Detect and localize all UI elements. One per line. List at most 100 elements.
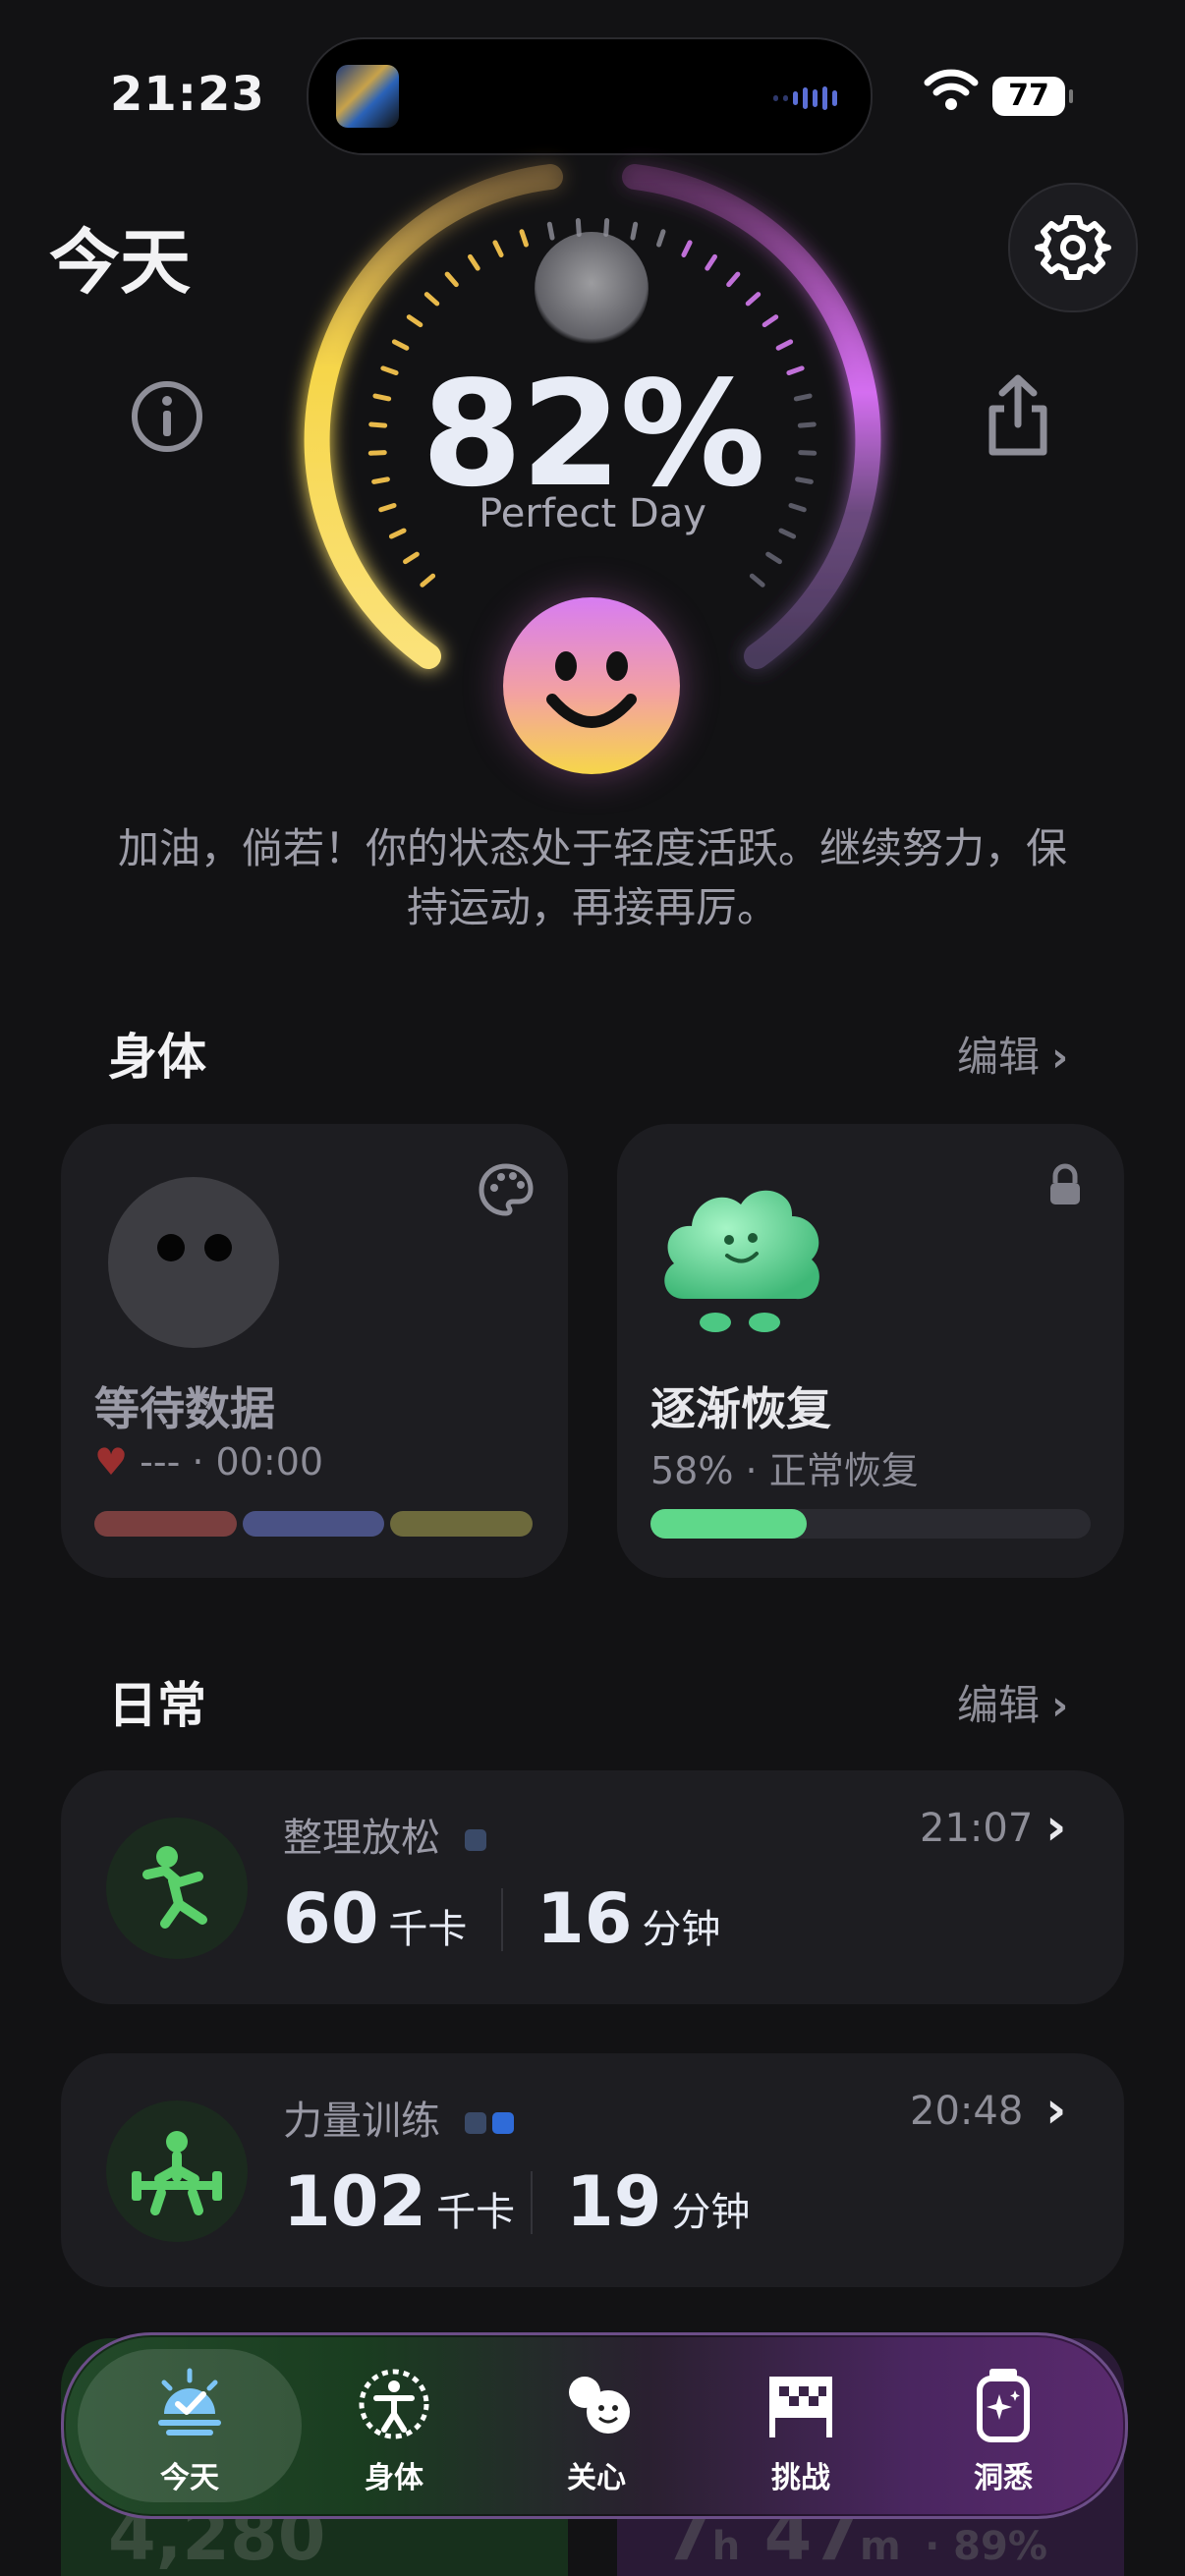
kcal-value: 60 xyxy=(283,1878,379,1959)
gauge-tick xyxy=(492,240,504,257)
kcal-value: 102 xyxy=(283,2161,427,2242)
minutes-unit: m xyxy=(860,2524,901,2569)
status-bar-segment xyxy=(94,1511,237,1537)
kcal-unit: 千卡 xyxy=(388,1907,468,1952)
care-faces-icon xyxy=(569,2377,630,2434)
gauge-tick xyxy=(391,339,410,351)
body-figure-icon xyxy=(359,2369,429,2439)
activity-time: 20:48 xyxy=(910,2089,1024,2134)
activity-kcal: 60 千卡 xyxy=(283,1878,467,1959)
divider xyxy=(531,2171,533,2234)
status-bars xyxy=(94,1511,534,1537)
status-time: 21:23 xyxy=(110,67,265,122)
audio-waveform-icon xyxy=(773,86,837,110)
activity-tag-icon xyxy=(491,2112,514,2134)
kcal-unit: 千卡 xyxy=(436,2190,516,2235)
gauge-tick xyxy=(630,221,639,241)
activity-name-row: 整理放松 xyxy=(283,1806,486,1863)
gauge-tick xyxy=(603,217,610,237)
minutes-value: 19 xyxy=(566,2161,662,2242)
weather-sun-icon xyxy=(535,232,649,346)
lock-icon xyxy=(1050,1163,1080,1204)
activity-name: 整理放松 xyxy=(283,1816,440,1861)
body-card-waiting[interactable] xyxy=(61,1124,568,1578)
sleep-percent: · 89% xyxy=(925,2524,1047,2569)
gauge-tick xyxy=(745,292,762,307)
activity-time: 21:07 xyxy=(920,1806,1034,1851)
recovery-progress-fill xyxy=(650,1509,807,1539)
motivation-message: 加油，倘若！你的状态处于轻度活跃。继续努力，保持运动，再接再厉。 xyxy=(117,824,1067,931)
activity-tag-icon xyxy=(464,1829,486,1851)
battery-indicator: 77 xyxy=(992,77,1073,116)
weightlifting-icon xyxy=(106,2100,248,2242)
status-bar-segment xyxy=(242,1511,385,1537)
settings-button[interactable] xyxy=(1008,183,1138,312)
section-title-body: 身体 xyxy=(108,1029,206,1086)
activity-name: 力量训练 xyxy=(283,2099,440,2144)
edit-label: 编辑 xyxy=(957,1681,1041,1729)
gauge-tick xyxy=(444,271,459,288)
minutes-value: 16 xyxy=(536,1878,633,1959)
recovery-title: 逐渐恢复 xyxy=(650,1382,831,1435)
gauge-tick xyxy=(705,253,718,271)
tab-label: 洞悉 xyxy=(974,2461,1033,2495)
gauge-tick xyxy=(519,229,529,248)
gauge-tick xyxy=(681,240,693,257)
chevron-right-icon: › xyxy=(1045,2081,1067,2140)
recovery-progress-track xyxy=(650,1509,1091,1539)
tab-body[interactable]: 身体 xyxy=(296,2335,492,2516)
status-bar-segment xyxy=(390,1511,534,1537)
now-playing-artwork xyxy=(336,65,399,128)
gauge-tick xyxy=(656,229,666,248)
mood-smiley-icon xyxy=(503,597,680,774)
activity-duration: 19 分钟 xyxy=(566,2161,750,2242)
gauge-tick xyxy=(420,573,436,588)
edit-label: 编辑 xyxy=(957,1033,1041,1081)
gauge-tick xyxy=(546,221,555,241)
activity-row[interactable]: 整理放松 60 千卡 16 分钟 21:07 › xyxy=(61,1770,1124,2004)
tab-bar: 今天 身体 关心 挑战 洞悉 xyxy=(61,2332,1128,2519)
daily-edit-link[interactable]: 编辑 › xyxy=(957,1672,1068,1732)
gauge-tick xyxy=(749,573,765,588)
activity-row[interactable]: 力量训练 102 千卡 19 分钟 20:48 › xyxy=(61,2053,1124,2287)
body-edit-link[interactable]: 编辑 › xyxy=(957,1024,1068,1084)
minutes-unit: 分钟 xyxy=(642,1907,721,1952)
wifi-icon xyxy=(924,69,979,110)
hours-unit: h xyxy=(711,2524,741,2569)
gauge-tick xyxy=(467,253,480,271)
activity-duration: 16 分钟 xyxy=(536,1878,720,1959)
recovery-subtitle: 58% · 正常恢复 xyxy=(650,1449,919,1492)
score-label: Perfect Day xyxy=(479,491,706,536)
chevron-right-icon: › xyxy=(1051,1681,1069,1729)
chevron-right-icon: › xyxy=(1045,1798,1067,1857)
heart-icon: ♥ xyxy=(94,1440,129,1484)
gear-icon xyxy=(1035,215,1111,280)
placeholder-face-avatar xyxy=(108,1177,279,1348)
gauge-tick xyxy=(762,314,779,328)
gauge-tick xyxy=(403,551,420,565)
body-card-title: 等待数据 xyxy=(94,1382,275,1435)
tab-care[interactable]: 关心 xyxy=(498,2335,695,2516)
palette-icon[interactable] xyxy=(478,1161,535,1218)
tab-label: 关心 xyxy=(567,2461,626,2495)
gauge-tick xyxy=(765,551,782,565)
tab-label: 今天 xyxy=(160,2461,219,2495)
heart-rate-row: ♥ --- · 00:00 xyxy=(94,1440,323,1484)
sparkle-jar-icon xyxy=(977,2369,1030,2442)
page-title: 今天 xyxy=(49,221,192,304)
activity-name-row: 力量训练 xyxy=(283,2089,514,2146)
chevron-right-icon: › xyxy=(1051,1033,1069,1081)
gauge-tick xyxy=(726,271,741,288)
gauge-tick xyxy=(406,314,423,328)
checkered-flag-icon xyxy=(769,2377,832,2437)
sunrise-check-icon xyxy=(158,2368,221,2436)
gauge-tick xyxy=(775,339,794,351)
tab-today[interactable]: 今天 xyxy=(91,2335,288,2516)
activity-tag-icon xyxy=(464,2112,486,2134)
tab-label: 挑战 xyxy=(771,2461,830,2495)
recovery-cloud-mascot-icon xyxy=(664,1190,819,1332)
tab-challenge[interactable]: 挑战 xyxy=(703,2335,899,2516)
heart-rate-text: --- · 00:00 xyxy=(140,1440,324,1484)
tab-insights[interactable]: 洞悉 xyxy=(905,2335,1101,2516)
cooldown-stretch-icon xyxy=(106,1818,248,1959)
